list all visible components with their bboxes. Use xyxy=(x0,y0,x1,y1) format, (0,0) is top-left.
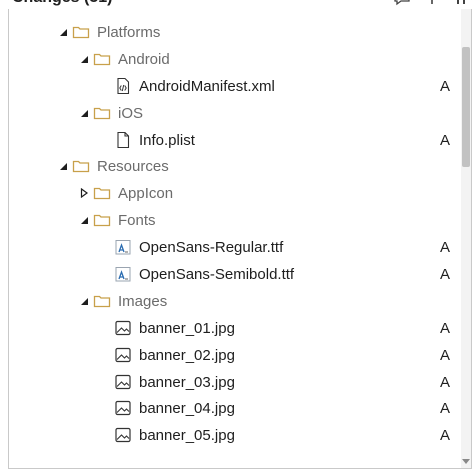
tree-item-label: Android xyxy=(118,50,170,68)
folder-icon xyxy=(93,104,111,122)
tree-item-label: banner_03.jpg xyxy=(139,373,235,391)
tree-item-label: AppIcon xyxy=(118,185,174,203)
file-icon xyxy=(114,131,132,149)
change-status: A xyxy=(440,400,451,418)
tree-row[interactable]: Android xyxy=(9,46,459,73)
tree-item-label: Resources xyxy=(97,158,169,176)
more-icon[interactable] xyxy=(452,0,472,7)
tree-row[interactable]: Images xyxy=(9,288,459,315)
comment-icon[interactable] xyxy=(392,0,412,7)
folder-icon xyxy=(93,50,111,68)
tree-row[interactable]: banner_03.jpg A xyxy=(9,369,459,396)
tree-item-label: banner_04.jpg xyxy=(139,400,235,418)
tree-item-label: OpenSans-Semibold.ttf xyxy=(139,266,295,284)
header-actions xyxy=(392,0,472,7)
expanded-chevron-icon[interactable] xyxy=(57,160,69,172)
image-file-icon xyxy=(114,346,132,364)
folder-icon xyxy=(93,211,111,229)
tree-item-label: banner_01.jpg xyxy=(139,319,235,337)
change-status: A xyxy=(440,266,451,284)
tree-row[interactable]: Info.plist A xyxy=(9,127,459,154)
font-file-icon xyxy=(114,238,132,256)
image-file-icon xyxy=(114,319,132,337)
folder-icon xyxy=(72,157,90,175)
tree-item-label: Info.plist xyxy=(139,131,195,149)
tree-item-label: AndroidManifest.xml xyxy=(139,77,275,95)
change-status: A xyxy=(440,77,451,95)
add-icon[interactable] xyxy=(422,0,442,7)
vertical-scrollbar[interactable] xyxy=(461,9,471,468)
expanded-chevron-icon[interactable] xyxy=(78,53,90,65)
changes-window: Changes (51) Platforms Android AndroidMani… xyxy=(0,0,474,471)
change-status: A xyxy=(440,373,451,391)
folder-icon xyxy=(72,23,90,41)
folder-icon xyxy=(93,184,111,202)
image-file-icon xyxy=(114,399,132,417)
expanded-chevron-icon[interactable] xyxy=(78,107,90,119)
tree-row[interactable]: banner_05.jpg A xyxy=(9,422,459,449)
tree-item-label: OpenSans-Regular.ttf xyxy=(139,239,284,257)
change-status: A xyxy=(440,346,451,364)
tree-item-label: Fonts xyxy=(118,212,156,230)
scrollbar-thumb[interactable] xyxy=(462,47,470,167)
change-status: A xyxy=(440,131,451,149)
tree-item-label: banner_02.jpg xyxy=(139,346,235,364)
tree-item-label: iOS xyxy=(118,104,144,122)
tree-row[interactable]: OpenSans-Semibold.ttf A xyxy=(9,261,459,288)
tree-row[interactable]: banner_02.jpg A xyxy=(9,342,459,369)
tree-row[interactable]: iOS xyxy=(9,100,459,127)
change-status: A xyxy=(440,427,451,445)
change-status: A xyxy=(440,319,451,337)
tree-row[interactable]: AndroidManifest.xml A xyxy=(9,73,459,100)
expanded-chevron-icon[interactable] xyxy=(78,295,90,307)
collapsed-chevron-icon[interactable] xyxy=(78,187,90,199)
scroll-down-icon[interactable] xyxy=(462,458,470,466)
font-file-icon xyxy=(114,265,132,283)
folder-icon xyxy=(93,292,111,310)
expanded-chevron-icon[interactable] xyxy=(57,26,69,38)
tree-row[interactable]: AppIcon xyxy=(9,180,459,207)
xml-file-icon xyxy=(114,77,132,95)
changes-title: Changes (51) xyxy=(12,0,112,9)
tree-item-label: Platforms xyxy=(97,24,161,41)
tree-row[interactable]: banner_01.jpg A xyxy=(9,315,459,342)
tree-row[interactable]: Resources xyxy=(9,153,459,180)
tree-item-label: banner_05.jpg xyxy=(139,427,235,445)
expanded-chevron-icon[interactable] xyxy=(78,214,90,226)
tree-row[interactable]: OpenSans-Regular.ttf A xyxy=(9,234,459,261)
tree-row[interactable]: banner_04.jpg A xyxy=(9,395,459,422)
tree-item-label: Images xyxy=(118,292,168,310)
changes-tree: Platforms Android AndroidManifest.xml AiOS I… xyxy=(9,19,459,449)
changes-panel: Platforms Android AndroidManifest.xml AiOS I… xyxy=(8,9,472,469)
changes-header: Changes (51) xyxy=(0,0,474,9)
tree-row[interactable]: Platforms xyxy=(9,19,459,46)
change-status: A xyxy=(440,239,451,257)
image-file-icon xyxy=(114,426,132,444)
image-file-icon xyxy=(114,373,132,391)
tree-row[interactable]: Fonts xyxy=(9,207,459,234)
